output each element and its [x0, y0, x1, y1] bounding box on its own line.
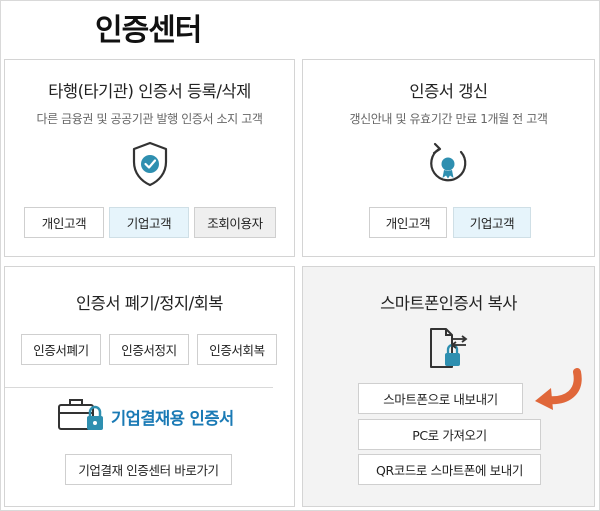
corporate-center-shortcut-button[interactable]: 기업결재 인증센터 바로가기: [65, 454, 232, 485]
revoke-certificate-button[interactable]: 인증서폐기: [21, 334, 101, 365]
panel-manage-certificate: 인증서 폐기/정지/회복 인증서폐기 인증서정지 인증서회복 기업결재용 인증서…: [4, 266, 295, 507]
suspend-certificate-button[interactable]: 인증서정지: [109, 334, 189, 365]
panel-subtitle: 갱신안내 및 유효기간 만료 1개월 전 고객: [349, 112, 548, 126]
page-frame: 인증센터 타행(타기관) 인증서 등록/삭제 다른 금융권 및 공공기관 발행 …: [0, 0, 600, 511]
export-to-smartphone-button[interactable]: 스마트폰으로 내보내기: [358, 383, 523, 414]
phone-transfer-lock-icon: [430, 328, 468, 368]
panel-title: 타행(타기관) 인증서 등록/삭제: [48, 82, 251, 101]
qr-send-to-smartphone-button[interactable]: QR코드로 스마트폰에 보내기: [358, 454, 541, 485]
restore-certificate-button[interactable]: 인증서회복: [197, 334, 277, 365]
renew-corporate-button[interactable]: 기업고객: [453, 207, 531, 238]
panel-smartphone-copy: 스마트폰인증서 복사 스마트폰으로 내보내기 PC로 가져오기 QR코드로 스마…: [302, 266, 595, 507]
panel-title: 인증서 갱신: [409, 82, 488, 101]
corporate-certificate-label: 기업결재용 인증서: [111, 409, 234, 428]
page-title: 인증센터: [95, 13, 202, 48]
divider: [5, 387, 273, 388]
renew-personal-button[interactable]: 개인고객: [369, 207, 447, 238]
briefcase-lock-icon: [58, 399, 103, 430]
shield-check-icon: [132, 141, 168, 187]
register-personal-button[interactable]: 개인고객: [24, 207, 104, 238]
curved-arrow-icon: [535, 368, 582, 410]
import-to-pc-button[interactable]: PC로 가져오기: [358, 419, 541, 450]
panel-title: 인증서 폐기/정지/회복: [76, 294, 223, 313]
panel-renew-certificate: 인증서 갱신 갱신안내 및 유효기간 만료 1개월 전 고객 개인고객 기업고객: [302, 59, 595, 257]
register-corporate-button[interactable]: 기업고객: [109, 207, 189, 238]
panel-subtitle: 다른 금융권 및 공공기관 발행 인증서 소지 고객: [36, 112, 263, 126]
renew-certificate-icon: [430, 142, 467, 182]
panel-title: 스마트폰인증서 복사: [380, 294, 517, 313]
panel-register-certificate: 타행(타기관) 인증서 등록/삭제 다른 금융권 및 공공기관 발행 인증서 소…: [4, 59, 295, 257]
register-inquiry-user-button[interactable]: 조회이용자: [194, 207, 276, 238]
